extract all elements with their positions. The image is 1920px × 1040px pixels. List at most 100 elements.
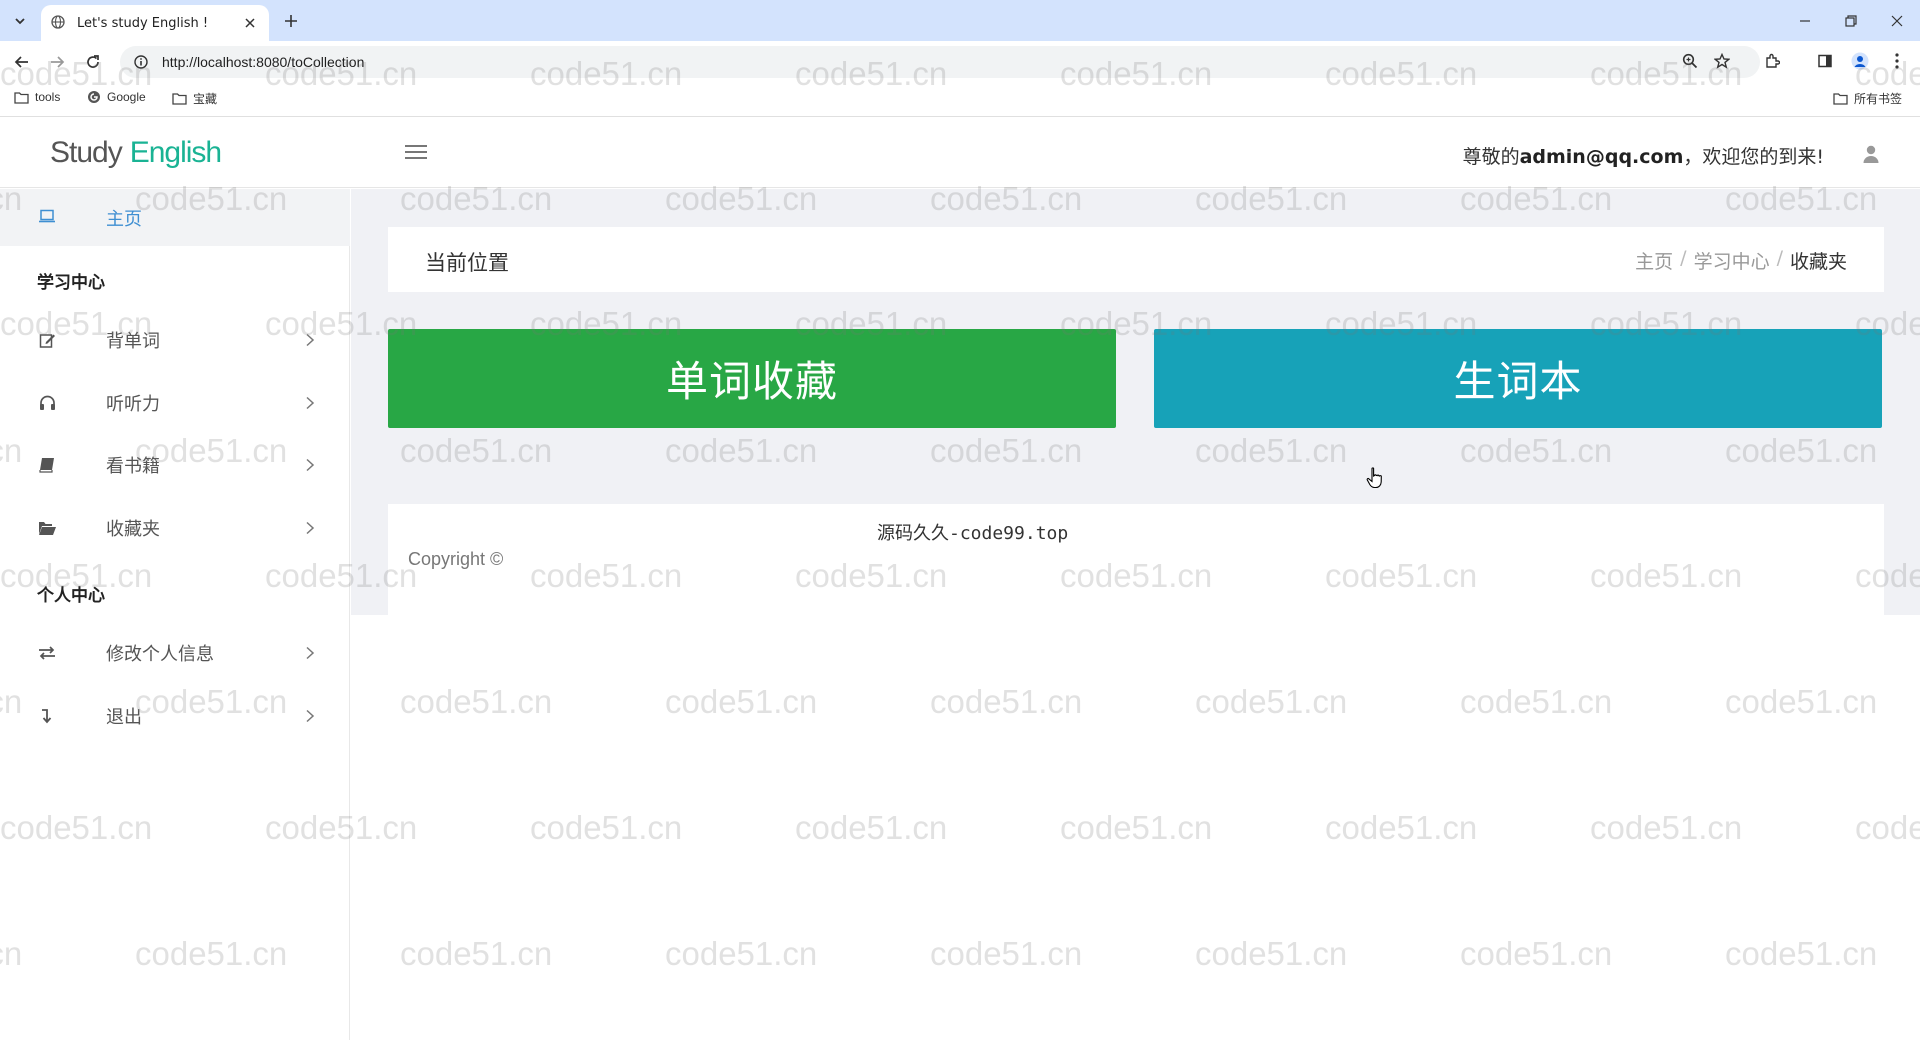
bookmark-star-icon[interactable]	[1710, 49, 1734, 73]
watermark-text: code51.cn	[400, 935, 553, 972]
address-bar[interactable]: http://localhost:8080/toCollection	[120, 46, 1760, 78]
reload-button[interactable]	[80, 49, 106, 75]
word-collection-button[interactable]: 单词收藏	[388, 329, 1116, 428]
user-icon[interactable]	[1862, 144, 1882, 164]
watermark-text: code51.cn	[1195, 935, 1348, 972]
bookmark-label: tools	[35, 90, 61, 104]
side-panel-icon[interactable]	[1813, 49, 1837, 73]
bookmark-baozang[interactable]: 宝藏	[172, 90, 217, 107]
sidebar-item-reading[interactable]: 看书籍	[0, 443, 350, 487]
sidebar: 主页 学习中心 背单词 听听力 看书籍 收藏夹 个人中心 修改个人信息 退出	[0, 189, 350, 1040]
bookmarks-bar: tools Google 宝藏 所有书签	[0, 81, 1920, 117]
site-logo[interactable]: Study English	[50, 136, 222, 170]
edit-icon	[37, 330, 57, 350]
tab-title: Let's study English !	[77, 15, 209, 31]
sidebar-item-label: 主页	[106, 208, 142, 230]
chevron-right-icon	[306, 333, 315, 347]
laptop-icon	[38, 208, 56, 227]
chevron-right-icon	[306, 709, 315, 723]
location-title: 当前位置	[425, 251, 509, 275]
hand-cursor-icon	[1366, 467, 1382, 489]
site-header: Study English 尊敬的admin@qq.com，欢迎您的到来!	[0, 118, 1920, 188]
extensions-icon[interactable]	[1760, 49, 1784, 73]
breadcrumb-learning-center[interactable]: 学习中心	[1694, 247, 1770, 274]
welcome-message: 尊敬的admin@qq.com，欢迎您的到来!	[1462, 146, 1824, 168]
watermark-text: code51.cn	[1195, 683, 1348, 720]
close-window-button[interactable]	[1874, 0, 1920, 41]
sidebar-item-label: 退出	[106, 707, 142, 728]
google-icon	[88, 91, 100, 103]
logo-word-english: English	[129, 136, 222, 169]
new-tab-button[interactable]	[279, 9, 303, 33]
browser-tab[interactable]: Let's study English !	[41, 5, 269, 41]
chevron-right-icon	[306, 646, 315, 660]
watermark-text: code51.cn	[665, 935, 818, 972]
browser-tab-strip: Let's study English !	[0, 0, 1920, 41]
breadcrumb-current: 收藏夹	[1789, 251, 1847, 273]
sidebar-item-label: 收藏夹	[106, 519, 160, 540]
folder-open-icon	[37, 518, 57, 538]
logo-word-study: Study	[50, 136, 123, 169]
all-bookmarks-label: 所有书签	[1854, 92, 1903, 106]
reload-icon	[87, 55, 99, 68]
bookmark-google[interactable]: Google	[87, 90, 146, 104]
window-controls	[1782, 0, 1920, 41]
plus-icon	[285, 15, 297, 27]
folder-icon	[14, 91, 29, 104]
sidebar-item-label: 听听力	[106, 394, 160, 415]
folder-icon	[1833, 93, 1848, 105]
level-down-icon	[37, 706, 57, 726]
profile-avatar-icon[interactable]	[1848, 49, 1872, 73]
vocabulary-book-button[interactable]: 生词本	[1154, 329, 1882, 428]
site-info-icon[interactable]	[132, 53, 150, 71]
main-content: 当前位置 主页 / 学习中心 / 收藏夹 单词收藏 生词本 源码久久-code9…	[351, 189, 1920, 615]
all-bookmarks[interactable]: 所有书签	[1833, 90, 1902, 107]
watermark-text: code51.cn	[1725, 683, 1878, 720]
forward-button[interactable]	[44, 49, 70, 75]
sidebar-section-personal: 个人中心	[37, 586, 105, 606]
chevron-right-icon	[306, 396, 315, 410]
arrow-right-icon	[51, 56, 65, 68]
watermark-text: code51.cn	[530, 809, 683, 846]
breadcrumb-home[interactable]: 主页	[1635, 247, 1673, 274]
watermark-text: code51.cn	[1725, 935, 1878, 972]
globe-icon	[51, 15, 67, 31]
exchange-icon	[37, 643, 57, 663]
sidebar-item-favorites[interactable]: 收藏夹	[0, 506, 350, 550]
book-icon	[37, 455, 57, 475]
sidebar-item-label: 背单词	[106, 331, 160, 352]
page-footer: 源码久久-code99.top Copyright ©	[388, 504, 1884, 615]
bookmark-tools[interactable]: tools	[14, 90, 60, 104]
sidebar-item-logout[interactable]: 退出	[0, 694, 350, 738]
tab-search-button[interactable]	[8, 9, 32, 33]
restore-button[interactable]	[1828, 0, 1874, 41]
watermark-text: code51.cn	[1460, 683, 1613, 720]
watermark-text: code51.cn	[930, 683, 1083, 720]
watermark-text: code51.cn	[930, 935, 1083, 972]
back-button[interactable]	[9, 49, 35, 75]
watermark-text: code51.cn	[1590, 809, 1743, 846]
close-tab-icon[interactable]	[241, 14, 259, 32]
browser-menu-icon[interactable]	[1885, 49, 1909, 73]
minimize-button[interactable]	[1782, 0, 1828, 41]
sidebar-item-vocabulary[interactable]: 背单词	[0, 318, 350, 362]
watermark-text: code51.cn	[1060, 809, 1213, 846]
watermark-text: code51.cn	[1325, 809, 1478, 846]
folder-icon	[172, 93, 187, 105]
sidebar-item-home[interactable]: 主页	[0, 189, 350, 246]
watermark-text: code51.cn	[665, 683, 818, 720]
bookmark-label: Google	[107, 90, 146, 104]
zoom-icon[interactable]	[1678, 49, 1702, 73]
sidebar-toggle-menu-icon[interactable]	[405, 142, 427, 162]
sidebar-item-edit-profile[interactable]: 修改个人信息	[0, 631, 350, 675]
sidebar-item-listening[interactable]: 听听力	[0, 381, 350, 425]
footer-source-text: 源码久久-code99.top	[877, 523, 1069, 544]
watermark-text: code51.cn	[400, 683, 553, 720]
user-email: admin@qq.com	[1519, 146, 1684, 168]
bookmark-label: 宝藏	[193, 92, 218, 106]
watermark-text: code51.cn	[795, 809, 948, 846]
breadcrumb-separator: /	[1776, 247, 1783, 269]
chevron-right-icon	[306, 458, 315, 472]
watermark-text: code51.cn	[1855, 809, 1920, 846]
location-panel: 当前位置 主页 / 学习中心 / 收藏夹	[388, 227, 1884, 292]
